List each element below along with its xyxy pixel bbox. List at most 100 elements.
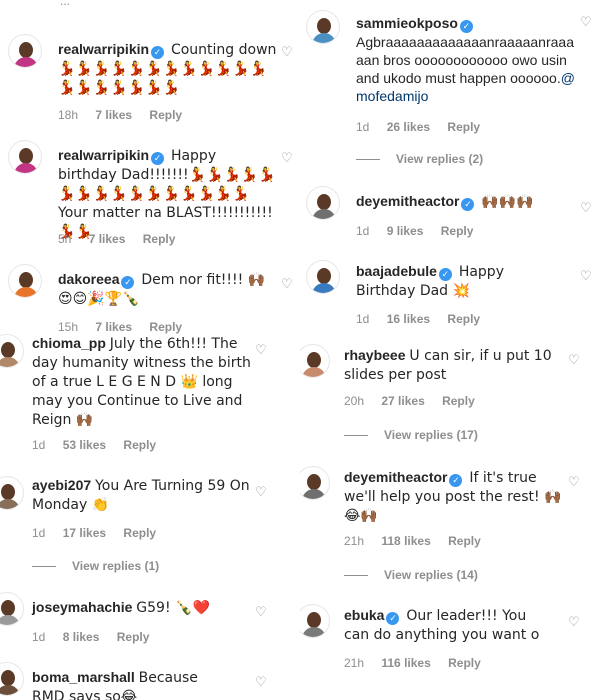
likes-count[interactable]: 116 likes [381, 656, 430, 670]
avatar[interactable] [8, 264, 42, 298]
likes-count[interactable]: 53 likes [63, 438, 106, 452]
comment-body: realwarripikin ✓ Counting down 💃💃💃💃💃💃💃💃💃💃… [58, 40, 278, 97]
comment-meta: 18h 7 likes Reply [58, 108, 196, 122]
username[interactable]: deyemitheactor [356, 193, 459, 209]
timestamp: 1d [32, 630, 46, 644]
like-heart-icon[interactable]: ♡ [568, 474, 580, 490]
comment-meta: 5h 7 likes Reply [58, 232, 189, 246]
avatar[interactable] [0, 476, 24, 510]
username[interactable]: joseymahachie [32, 599, 132, 615]
likes-count[interactable]: 7 likes [95, 108, 132, 122]
comment-text: 🙌🏾🙌🏾🙌🏾 [481, 194, 534, 210]
like-heart-icon[interactable]: ♡ [568, 352, 580, 368]
reply-button[interactable]: Reply [447, 312, 480, 326]
likes-count[interactable]: 7 likes [95, 320, 132, 334]
reply-button[interactable]: Reply [442, 394, 475, 408]
verified-badge-icon: ✓ [461, 198, 475, 211]
avatar[interactable] [300, 344, 330, 378]
comment-body: joseymahachie G59! 🍾❤️ [32, 598, 252, 617]
username[interactable]: sammieokposo [356, 15, 458, 31]
username[interactable]: deyemitheactor [344, 469, 447, 485]
username[interactable]: ayebi207 [32, 477, 91, 493]
timestamp: 1d [32, 526, 46, 540]
reply-button[interactable]: Reply [441, 224, 474, 238]
reply-button[interactable]: Reply [448, 656, 481, 670]
comment-meta: 1d 17 likes Reply [32, 526, 170, 540]
comment-meta: 1d 26 likes Reply [356, 120, 494, 134]
timestamp: 18h [58, 108, 79, 122]
like-heart-icon[interactable]: ♡ [255, 674, 267, 690]
view-replies-label: View replies (1) [72, 559, 160, 573]
like-heart-icon[interactable]: ♡ [568, 614, 580, 630]
avatar[interactable] [306, 10, 340, 44]
timestamp: 5h [58, 232, 72, 246]
like-heart-icon[interactable]: ♡ [580, 200, 592, 216]
view-replies-button[interactable]: View replies (2) [356, 152, 483, 166]
like-heart-icon[interactable]: ♡ [281, 276, 293, 292]
timestamp: 1d [356, 224, 370, 238]
avatar[interactable] [0, 334, 24, 368]
like-heart-icon[interactable]: ♡ [255, 484, 267, 500]
comment-meta: 21h 116 likes Reply [344, 656, 495, 670]
comment-body: rhaybeee U can sir, if u put 10 slides p… [344, 346, 564, 384]
like-heart-icon[interactable]: ♡ [255, 342, 267, 358]
view-replies-button[interactable]: View replies (14) [344, 568, 478, 582]
comment-meta: 15h 7 likes Reply [58, 320, 196, 334]
username[interactable]: realwarripikin [58, 147, 149, 163]
likes-count[interactable]: 8 likes [63, 630, 100, 644]
view-replies-button[interactable]: View replies (1) [32, 559, 159, 573]
avatar[interactable] [0, 662, 24, 696]
avatar[interactable] [8, 34, 42, 68]
username[interactable]: boma_marshall [32, 669, 135, 685]
username[interactable]: baajadebule [356, 263, 437, 279]
timestamp: 1d [356, 120, 370, 134]
comment-meta: 20h 27 likes Reply [344, 394, 489, 408]
like-heart-icon[interactable]: ♡ [281, 44, 293, 60]
username[interactable]: dakoreea [58, 271, 119, 287]
likes-count[interactable]: 26 likes [387, 120, 430, 134]
comment-text: Agbraaaaaaaaaaaaanraaaaanraaaaan bros oo… [356, 34, 574, 86]
verified-badge-icon: ✓ [386, 612, 400, 625]
like-heart-icon[interactable]: ♡ [255, 604, 267, 620]
comment-body: baajadebule ✓ Happy Birthday Dad 💥 [356, 262, 556, 300]
likes-count[interactable]: 7 likes [89, 232, 126, 246]
like-heart-icon[interactable]: ♡ [580, 268, 592, 284]
likes-count[interactable]: 16 likes [387, 312, 430, 326]
timestamp: 20h [344, 394, 365, 408]
verified-badge-icon: ✓ [151, 46, 165, 59]
comment-body: deyemitheactor ✓ 🙌🏾🙌🏾🙌🏾 [356, 192, 576, 211]
timestamp: 21h [344, 534, 365, 548]
comments-column-left: ... realwarripikin ✓ Counting down 💃💃💃💃💃💃… [0, 0, 300, 700]
avatar[interactable] [300, 604, 330, 638]
avatar[interactable] [306, 260, 340, 294]
reply-button[interactable]: Reply [448, 534, 481, 548]
avatar[interactable] [0, 592, 24, 626]
username[interactable]: ebuka [344, 607, 384, 623]
reply-button[interactable]: Reply [117, 630, 150, 644]
view-replies-button[interactable]: View replies (17) [344, 428, 478, 442]
avatar[interactable] [300, 466, 330, 500]
reply-button[interactable]: Reply [143, 232, 176, 246]
comment-text: G59! 🍾❤️ [136, 600, 210, 616]
like-heart-icon[interactable]: ♡ [281, 150, 293, 166]
username[interactable]: rhaybeee [344, 347, 405, 363]
likes-count[interactable]: 17 likes [63, 526, 106, 540]
reply-button[interactable]: Reply [123, 526, 156, 540]
comment-meta: 21h 118 likes Reply [344, 534, 495, 548]
reply-button[interactable]: Reply [447, 120, 480, 134]
likes-count[interactable]: 27 likes [381, 394, 424, 408]
reply-button[interactable]: Reply [123, 438, 156, 452]
comment-body: sammieokposo ✓ Agbraaaaaaaaaaaaanraaaaanr… [356, 14, 576, 105]
avatar[interactable] [8, 140, 42, 174]
reply-button[interactable]: Reply [149, 320, 182, 334]
likes-count[interactable]: 118 likes [381, 534, 430, 548]
reply-button[interactable]: Reply [149, 108, 182, 122]
likes-count[interactable]: 9 likes [387, 224, 424, 238]
avatar[interactable] [306, 186, 340, 220]
like-heart-icon[interactable]: ♡ [580, 14, 592, 30]
comment-meta: 1d 9 likes Reply [356, 224, 487, 238]
timestamp: 1d [356, 312, 370, 326]
username[interactable]: realwarripikin [58, 41, 149, 57]
comment-body: deyemitheactor ✓ If it's true we'll help … [344, 468, 564, 525]
username[interactable]: chioma_pp [32, 335, 106, 351]
